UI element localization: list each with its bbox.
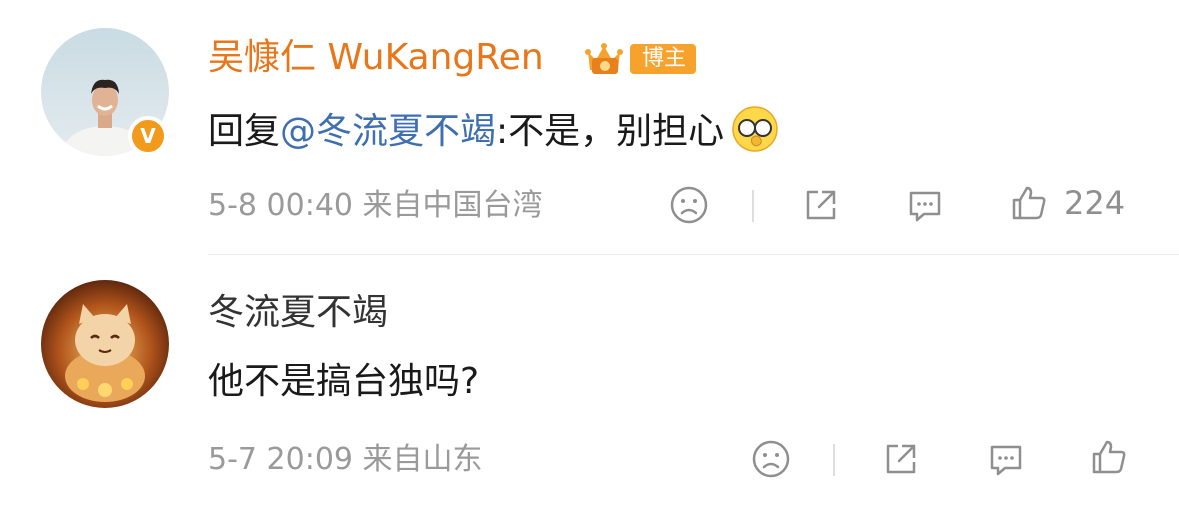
blogger-badge: 博主 xyxy=(582,40,697,78)
source-location: 来自中国台湾 xyxy=(362,188,543,223)
comment-divider xyxy=(208,254,1179,255)
comment-text: 他不是搞台独吗? xyxy=(208,360,479,404)
like-button[interactable]: 224 xyxy=(1008,182,1125,224)
comment-item: 冬流夏不竭 他不是搞台独吗? 5-7 20:09 来自山东 xyxy=(0,256,1179,512)
comment-body: 他不是搞台独吗? xyxy=(208,361,480,402)
share-icon xyxy=(886,444,916,474)
sad-face-icon xyxy=(670,186,708,224)
glasses-face-emoji-icon xyxy=(732,106,778,152)
blogger-label: 博主 xyxy=(630,44,697,74)
reply-button[interactable] xyxy=(985,438,1027,480)
avatar[interactable] xyxy=(41,280,169,408)
sad-face-icon xyxy=(752,440,790,478)
like-count: 224 xyxy=(1064,184,1126,222)
comment-icon xyxy=(990,445,1022,476)
thumbs-up-icon xyxy=(1012,186,1046,220)
comment-body: :不是，别担心 xyxy=(496,111,725,152)
thumbs-up-icon xyxy=(1092,440,1126,474)
comment-meta: 5-7 20:09 来自山东 xyxy=(208,442,483,478)
share-button[interactable] xyxy=(880,438,922,480)
share-button[interactable] xyxy=(800,184,842,226)
timestamp: 5-7 20:09 xyxy=(208,442,353,477)
timestamp: 5-8 00:40 xyxy=(208,188,353,223)
share-icon xyxy=(806,190,836,220)
reply-button[interactable] xyxy=(904,184,946,226)
comment-meta: 5-8 00:40 来自中国台湾 xyxy=(208,188,543,224)
avatar-image xyxy=(41,280,169,408)
action-divider xyxy=(752,190,754,222)
reply-prefix: 回复 xyxy=(208,111,281,152)
source-location: 来自山东 xyxy=(362,442,483,477)
like-button[interactable] xyxy=(1088,436,1130,478)
verified-badge-icon: V xyxy=(128,116,168,156)
action-divider xyxy=(833,444,835,476)
comment-text: 回复@冬流夏不竭:不是，别担心 xyxy=(208,106,780,158)
username[interactable]: 冬流夏不竭 xyxy=(208,293,388,333)
username[interactable]: 吴慷仁 WuKangRen xyxy=(208,38,544,78)
dislike-button[interactable] xyxy=(668,184,710,226)
mention-link[interactable]: @冬流夏不竭 xyxy=(280,111,496,152)
comment-item: V 吴慷仁 WuKangRen 博主 回复@冬流夏不竭:不是，别担心 5-8 0… xyxy=(0,0,1179,256)
dislike-button[interactable] xyxy=(750,438,792,480)
comment-icon xyxy=(909,191,941,222)
